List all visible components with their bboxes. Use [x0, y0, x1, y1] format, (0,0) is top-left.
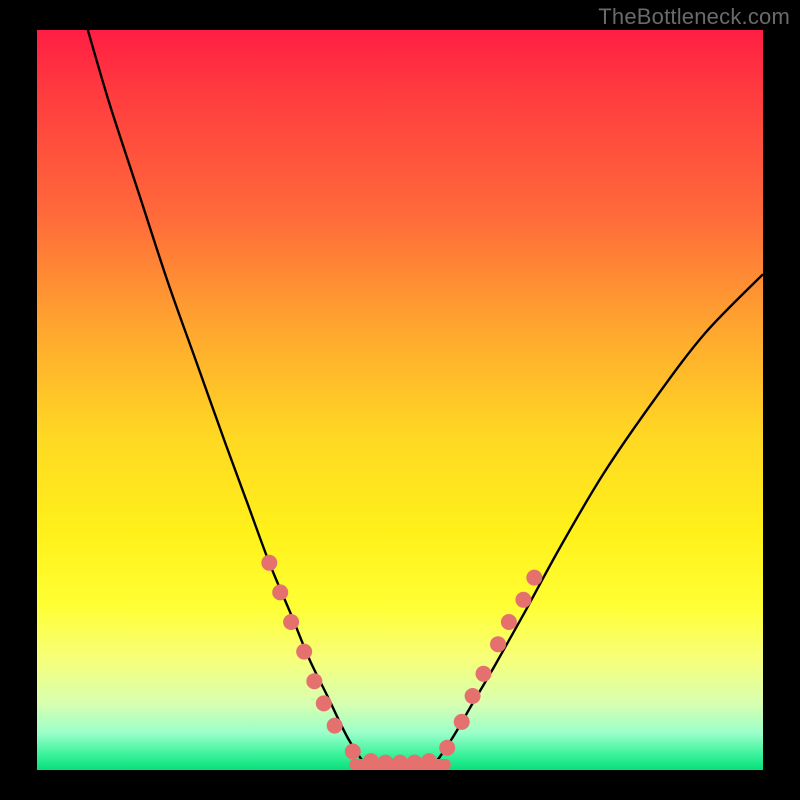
highlight-dot	[345, 744, 361, 760]
highlight-dot	[283, 614, 299, 630]
highlight-dot	[327, 718, 343, 734]
highlight-dot	[475, 666, 491, 682]
highlight-dot	[363, 753, 379, 769]
highlight-dot	[272, 584, 288, 600]
v-curve	[88, 30, 763, 770]
highlight-dot	[465, 688, 481, 704]
highlight-dot	[515, 592, 531, 608]
highlight-dot	[261, 555, 277, 571]
highlight-dot	[407, 755, 423, 770]
plot-area	[37, 30, 763, 770]
highlight-dot	[439, 740, 455, 756]
chart-svg	[37, 30, 763, 770]
highlight-dot	[421, 753, 437, 769]
markers-group	[261, 555, 542, 770]
highlight-dot	[296, 644, 312, 660]
highlight-dot	[454, 714, 470, 730]
highlight-dot	[526, 570, 542, 586]
highlight-dot	[501, 614, 517, 630]
highlight-dot	[316, 695, 332, 711]
highlight-dot	[490, 636, 506, 652]
highlight-dot	[306, 673, 322, 689]
chart-frame: TheBottleneck.com	[0, 0, 800, 800]
highlight-dot	[392, 755, 408, 770]
curve-group	[88, 30, 763, 770]
watermark-text: TheBottleneck.com	[598, 4, 790, 30]
highlight-dot	[377, 755, 393, 770]
